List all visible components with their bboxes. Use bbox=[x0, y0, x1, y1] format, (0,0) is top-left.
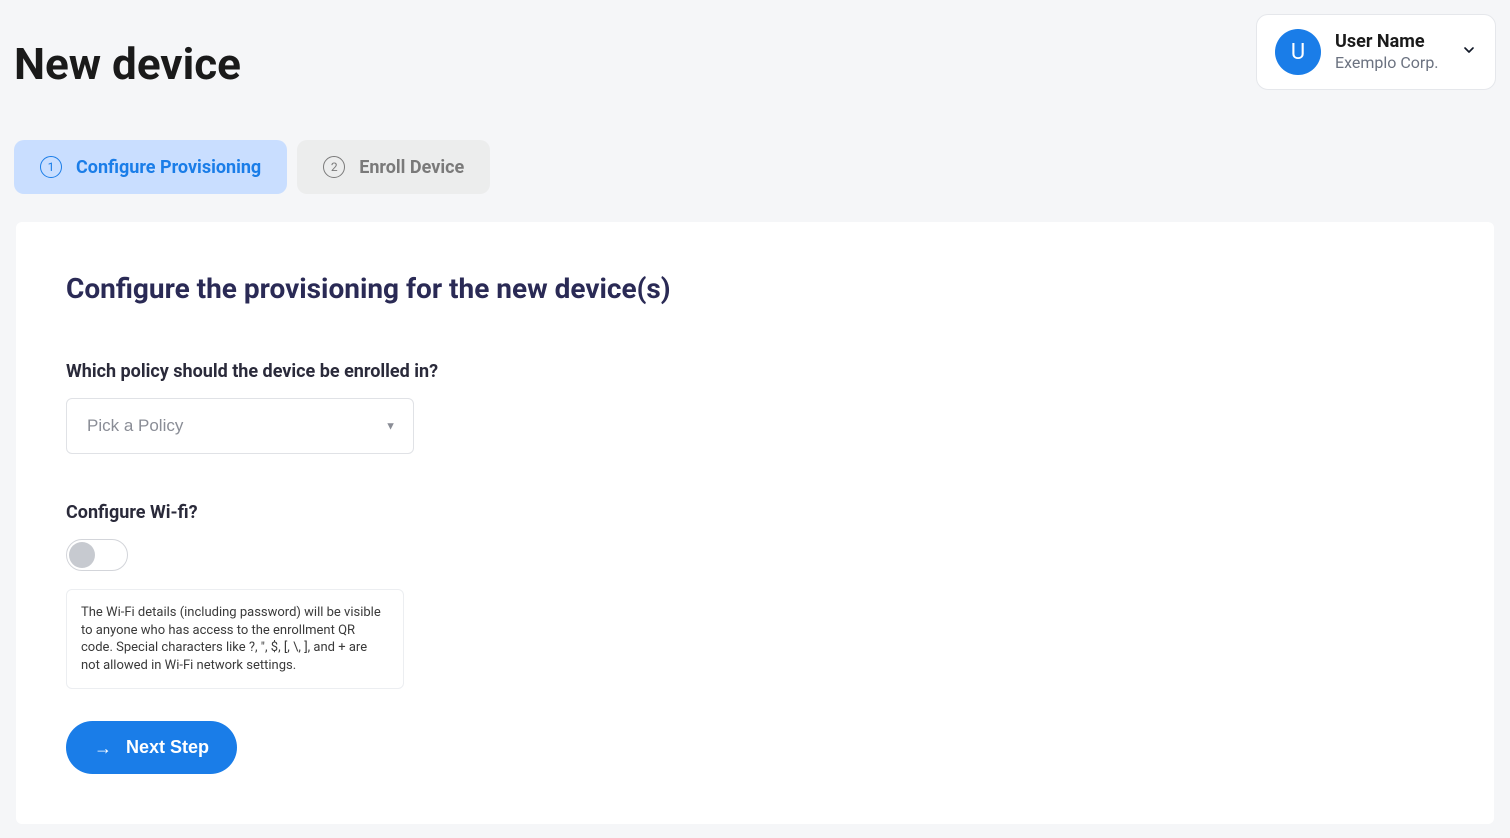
chevron-down-icon bbox=[1461, 42, 1477, 62]
page-container: New device U User Name Exemplo Corp. 1 C… bbox=[0, 0, 1510, 838]
step-label: Configure Provisioning bbox=[76, 157, 261, 178]
user-info: User Name Exemplo Corp. bbox=[1335, 30, 1439, 74]
step-enroll-device[interactable]: 2 Enroll Device bbox=[297, 140, 490, 194]
content-card: Configure the provisioning for the new d… bbox=[16, 222, 1494, 824]
section-title: Configure the provisioning for the new d… bbox=[66, 272, 1444, 305]
step-label: Enroll Device bbox=[359, 157, 464, 178]
toggle-knob bbox=[69, 542, 95, 568]
policy-field-group: Which policy should the device be enroll… bbox=[66, 361, 1444, 454]
arrow-right-icon: → bbox=[94, 739, 112, 757]
step-number-icon: 1 bbox=[40, 156, 62, 178]
user-menu[interactable]: U User Name Exemplo Corp. bbox=[1256, 14, 1496, 90]
next-step-label: Next Step bbox=[126, 737, 209, 758]
policy-label: Which policy should the device be enroll… bbox=[66, 361, 1444, 382]
wifi-label: Configure Wi-fi? bbox=[66, 502, 1444, 523]
step-number-icon: 2 bbox=[323, 156, 345, 178]
policy-select[interactable]: Pick a Policy bbox=[66, 398, 414, 454]
header-row: New device U User Name Exemplo Corp. bbox=[14, 14, 1496, 90]
avatar: U bbox=[1275, 29, 1321, 75]
user-name: User Name bbox=[1335, 30, 1439, 53]
wifi-field-group: Configure Wi-fi? The Wi-Fi details (incl… bbox=[66, 502, 1444, 689]
wifi-info-box: The Wi-Fi details (including password) w… bbox=[66, 589, 404, 689]
avatar-initial: U bbox=[1291, 40, 1305, 65]
step-configure-provisioning[interactable]: 1 Configure Provisioning bbox=[14, 140, 287, 194]
policy-select-wrap: Pick a Policy ▼ bbox=[66, 398, 414, 454]
wifi-toggle[interactable] bbox=[66, 539, 128, 571]
next-step-button[interactable]: → Next Step bbox=[66, 721, 237, 774]
page-title: New device bbox=[14, 38, 241, 90]
user-org: Exemplo Corp. bbox=[1335, 53, 1439, 74]
steps-row: 1 Configure Provisioning 2 Enroll Device bbox=[14, 140, 1496, 194]
